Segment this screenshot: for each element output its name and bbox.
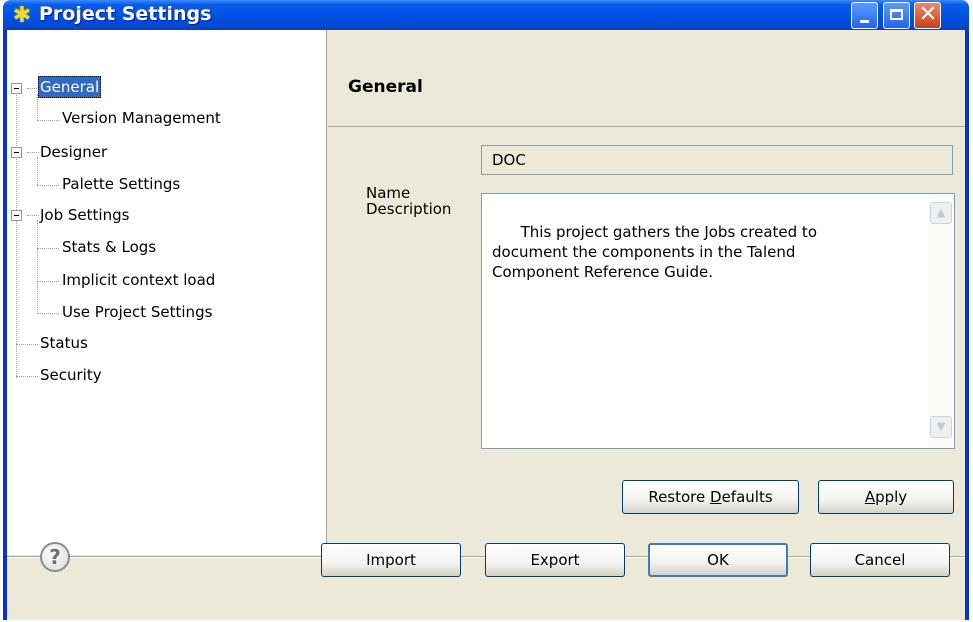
dialog-client-area: General Version Management Designer Pale…: [7, 30, 965, 620]
scroll-down-icon[interactable]: ▼: [930, 416, 952, 438]
collapse-designer-icon[interactable]: [11, 147, 22, 158]
collapse-job-settings-icon[interactable]: [11, 210, 22, 221]
tree-item-status[interactable]: Status: [38, 333, 90, 353]
tree-item-version-management[interactable]: Version Management: [60, 108, 223, 128]
restore-defaults-mnemonic: D: [710, 488, 722, 506]
apply-button[interactable]: Apply: [818, 480, 954, 514]
description-text: This project gathers the Jobs created to…: [492, 223, 817, 281]
settings-tree[interactable]: General Version Management Designer Pale…: [7, 30, 327, 555]
minimize-button[interactable]: [851, 2, 878, 29]
close-icon: ✕: [918, 2, 938, 27]
title-bar[interactable]: ✱ Project Settings ✕: [3, 0, 969, 30]
window-title: Project Settings: [39, 3, 212, 25]
name-field[interactable]: DOC: [481, 145, 953, 175]
restore-defaults-button[interactable]: Restore Defaults: [622, 480, 799, 514]
export-button[interactable]: Export: [485, 543, 625, 577]
apply-mnemonic: A: [864, 488, 876, 506]
header-divider: [328, 126, 965, 127]
restore-defaults-suffix: efaults: [721, 488, 773, 506]
apply-suffix: pply: [875, 488, 908, 506]
tree-item-use-project-settings[interactable]: Use Project Settings: [60, 302, 214, 322]
tree-item-stats-logs[interactable]: Stats & Logs: [60, 237, 158, 257]
description-scrollbar[interactable]: ▲ ▼: [928, 194, 954, 448]
tree-item-general[interactable]: General: [38, 76, 102, 98]
tree-item-designer[interactable]: Designer: [38, 142, 109, 162]
collapse-general-icon[interactable]: [11, 83, 22, 94]
description-label: Description: [366, 200, 452, 218]
ok-button[interactable]: OK: [648, 543, 788, 577]
tree-item-security[interactable]: Security: [38, 365, 104, 385]
maximize-icon: [890, 9, 903, 20]
page-title: General: [348, 77, 423, 97]
close-button[interactable]: ✕: [914, 2, 941, 29]
restore-defaults-prefix: Restore: [648, 488, 711, 506]
scroll-up-icon[interactable]: ▲: [930, 202, 952, 224]
panel-header: General: [328, 30, 965, 125]
talend-star-icon: ✱: [12, 3, 32, 28]
minimize-icon: [860, 20, 869, 23]
import-button[interactable]: Import: [321, 543, 461, 577]
help-icon[interactable]: ?: [40, 542, 70, 572]
cancel-button[interactable]: Cancel: [810, 543, 950, 577]
project-settings-window: ✱ Project Settings ✕ General Version Man…: [3, 0, 969, 620]
description-field[interactable]: This project gathers the Jobs created to…: [481, 193, 955, 449]
tree-item-implicit-context-load[interactable]: Implicit context load: [60, 270, 217, 290]
tree-item-job-settings[interactable]: Job Settings: [38, 205, 131, 225]
tree-item-palette-settings[interactable]: Palette Settings: [60, 174, 182, 194]
maximize-button[interactable]: [883, 2, 910, 29]
